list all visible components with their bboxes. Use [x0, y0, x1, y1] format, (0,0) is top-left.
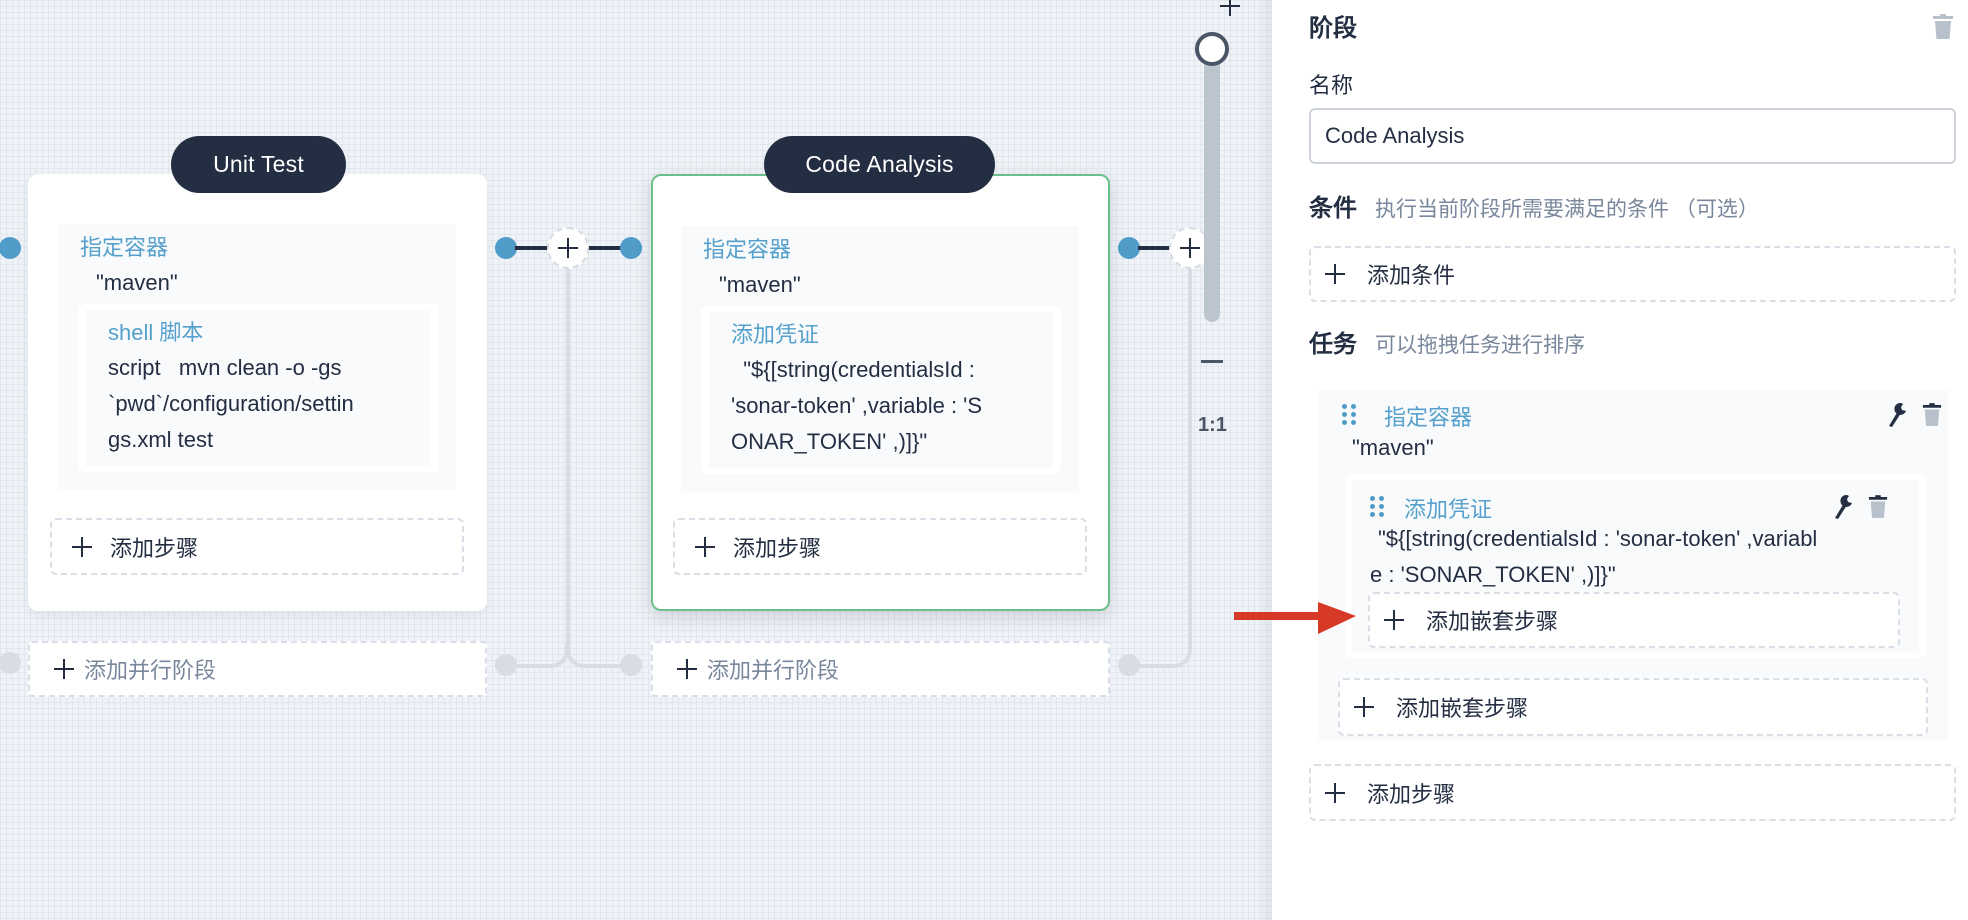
branch-line	[566, 268, 570, 648]
nested-task-line: e : 'SONAR_TOKEN' ,)]}"	[1370, 562, 1616, 587]
trash-icon[interactable]	[1932, 14, 1954, 45]
parallel-connector-dot	[1118, 654, 1140, 676]
subtask-line: script mvn clean -o -gs	[108, 355, 342, 380]
nested-task-title: 添加凭证	[1404, 497, 1493, 522]
task-item[interactable]: 指定容器 "maven" 添加凭证 "${[string(credentials…	[1318, 390, 1948, 740]
subtask-title: 添加凭证	[731, 322, 820, 347]
plus-icon	[1354, 697, 1374, 717]
drag-handle-icon[interactable]	[1370, 496, 1384, 518]
plus-icon	[72, 536, 92, 557]
tasks-header: 任务 可以拖拽任务进行排序	[1309, 324, 1585, 359]
drag-handle-icon[interactable]	[1342, 404, 1356, 426]
trash-icon[interactable]	[1922, 402, 1942, 433]
add-condition-button[interactable]: 添加条件	[1309, 246, 1956, 302]
task-title: 指定容器	[80, 235, 169, 260]
zoom-reset-button[interactable]: 1:1	[1198, 414, 1227, 437]
conditions-hint: 执行当前阶段所需要满足的条件 （可选）	[1375, 198, 1759, 221]
plus-icon	[695, 536, 715, 557]
nested-task-item[interactable]: 添加凭证 "${[string(credentialsId : 'sonar-t…	[1352, 480, 1919, 652]
conditions-label: 条件	[1309, 195, 1357, 222]
add-step-label: 添加步骤	[1367, 781, 1456, 807]
zoom-slider-thumb[interactable]	[1195, 32, 1229, 66]
task-value: "maven"	[1352, 435, 1434, 460]
add-step-label: 添加步骤	[110, 535, 199, 561]
task-block[interactable]: 指定容器 "maven" shell 脚本 script mvn clean -…	[58, 224, 456, 490]
nested-task-line: "${[string(credentialsId : 'sonar-token'…	[1378, 526, 1818, 551]
add-nested-step-button-inner[interactable]: 添加嵌套步骤	[1368, 592, 1900, 648]
add-parallel-stage-label: 添加并行阶段	[84, 658, 217, 683]
task-value: "maven"	[719, 272, 801, 297]
trash-icon[interactable]	[1868, 494, 1888, 525]
add-step-button[interactable]: 添加步骤	[50, 518, 464, 575]
subtask-title: shell 脚本	[108, 320, 204, 345]
pipeline-canvas[interactable]: Unit Test 指定容器 "maven" shell 脚本 script m…	[0, 0, 1272, 920]
wrench-icon[interactable]	[1832, 494, 1854, 525]
zoom-out-button[interactable]	[1201, 360, 1223, 363]
nested-task-wrapper: 添加凭证 "${[string(credentialsId : 'sonar-t…	[1345, 474, 1926, 658]
add-parallel-stage-button[interactable]: 添加并行阶段	[651, 641, 1110, 697]
connector-dot	[495, 237, 517, 259]
task-title: 指定容器	[703, 237, 792, 262]
annotation-arrow-icon	[1234, 602, 1356, 634]
stage-name-pill[interactable]: Unit Test	[171, 136, 346, 193]
add-nested-step-label: 添加嵌套步骤	[1396, 696, 1529, 721]
zoom-in-button[interactable]	[1220, 0, 1242, 18]
branch-curve	[566, 644, 590, 668]
subtask-line: ONAR_TOKEN' ,)]}"	[731, 429, 928, 454]
add-parallel-stage-label: 添加并行阶段	[707, 658, 840, 683]
name-label: 名称	[1309, 73, 1354, 98]
connector-line	[588, 246, 624, 250]
branch-line	[1188, 268, 1192, 648]
stage-name-input[interactable]	[1309, 108, 1956, 164]
add-parallel-stage-button[interactable]: 添加并行阶段	[28, 641, 487, 697]
plus-icon	[1325, 782, 1345, 803]
add-step-button[interactable]: 添加步骤	[1309, 764, 1956, 821]
add-nested-step-label: 添加嵌套步骤	[1426, 609, 1559, 634]
add-stage-button[interactable]	[547, 227, 589, 269]
plus-icon	[54, 659, 74, 679]
plus-icon	[1384, 610, 1404, 630]
task-block[interactable]: 指定容器 "maven" 添加凭证 "${[string(credentials…	[681, 226, 1079, 492]
stage-name-pill[interactable]: Code Analysis	[764, 136, 995, 193]
subtask-line: "${[string(credentialsId :	[731, 357, 975, 382]
add-condition-label: 添加条件	[1367, 263, 1456, 288]
task-title: 指定容器	[1384, 405, 1473, 430]
parallel-connector-dot	[620, 654, 642, 676]
add-step-button[interactable]: 添加步骤	[673, 518, 1087, 575]
subtask-wrapper: 添加凭证 "${[string(credentialsId : 'sonar-t…	[701, 306, 1061, 474]
tasks-label: 任务	[1309, 331, 1357, 358]
subtask-line: gs.xml test	[108, 427, 214, 452]
plus-icon	[558, 238, 578, 258]
branch-line	[1138, 664, 1174, 668]
connector-dot	[620, 237, 642, 259]
parallel-connector-dot	[0, 652, 21, 674]
task-value: "maven"	[96, 270, 178, 295]
stage-card-unit-test[interactable]: 指定容器 "maven" shell 脚本 script mvn clean -…	[28, 174, 487, 611]
plus-icon	[677, 659, 697, 679]
tasks-hint: 可以拖拽任务进行排序	[1375, 334, 1585, 357]
plus-icon	[1325, 264, 1345, 284]
panel-title: 阶段	[1309, 15, 1357, 42]
connector-dot	[0, 237, 21, 259]
conditions-header: 条件 执行当前阶段所需要满足的条件 （可选）	[1309, 188, 1759, 223]
branch-line	[588, 664, 624, 668]
stage-card-code-analysis[interactable]: 指定容器 "maven" 添加凭证 "${[string(credentials…	[651, 174, 1110, 611]
connector-dot	[1118, 237, 1140, 259]
connector-line	[515, 246, 551, 250]
add-step-label: 添加步骤	[733, 535, 822, 561]
plus-icon	[1180, 238, 1200, 258]
subtask-line: `pwd`/configuration/settin	[108, 391, 354, 416]
wrench-icon[interactable]	[1886, 402, 1908, 433]
subtask-block[interactable]: shell 脚本 script mvn clean -o -gs `pwd`/c…	[86, 310, 430, 466]
zoom-slider-track[interactable]	[1204, 52, 1220, 322]
subtask-line: 'sonar-token' ,variable : 'S	[731, 393, 983, 418]
parallel-connector-dot	[495, 654, 517, 676]
subtask-block[interactable]: 添加凭证 "${[string(credentialsId : 'sonar-t…	[709, 312, 1053, 468]
add-nested-step-button[interactable]: 添加嵌套步骤	[1338, 678, 1928, 736]
stage-settings-panel: 阶段 名称 条件 执行当前阶段所需要满足的条件 （可选） 添加条件 任务 可以拖…	[1272, 0, 1968, 920]
subtask-wrapper: shell 脚本 script mvn clean -o -gs `pwd`/c…	[78, 304, 438, 472]
